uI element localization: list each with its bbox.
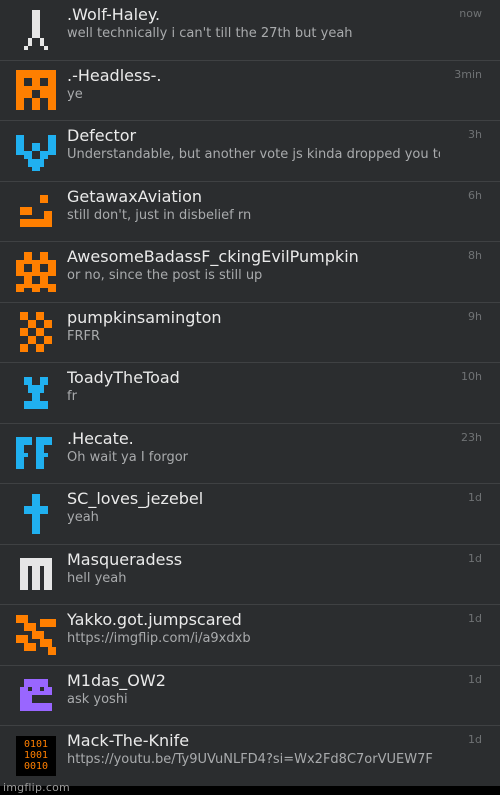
conversation-time: 9h [468, 309, 482, 323]
conversation-time: 23h [461, 430, 482, 444]
imgflip-watermark: imgflip.com [3, 781, 70, 794]
conversation-message: FRFR [67, 328, 101, 344]
conversation-time: 3h [468, 128, 482, 141]
conversation-row[interactable]: .Wolf-Haley. well technically i can't ti… [0, 0, 500, 61]
conversation-name: ToadyTheToad [67, 368, 180, 387]
wolf-avatar-icon [16, 9, 56, 50]
conversation-name: Defector [67, 126, 137, 145]
conversation-row[interactable]: SC_loves_jezebel yeah 1d [0, 484, 500, 545]
conversation-name: pumpkinsamington [67, 307, 222, 327]
conversation-message: Understandable, but another vote js kind… [67, 147, 440, 162]
conversation-message: hell yeah [67, 570, 127, 586]
conversation-message: fr [67, 389, 77, 404]
cross-avatar-icon [16, 493, 56, 534]
conversation-name: .Wolf-Haley. [67, 5, 161, 24]
conversation-time: 1d [468, 672, 482, 686]
conversation-row[interactable]: Yakko.got.jumpscared https://imgflip.com… [0, 605, 500, 666]
conversation-message: https://youtu.be/Ty9UVuNLFD4?si=Wx2Fd8C7… [67, 752, 433, 767]
conversation-name: Masqueradess [67, 549, 183, 569]
conversation-time: 8h [468, 249, 482, 262]
conversation-time: now [459, 7, 482, 20]
conversation-time: 6h [468, 188, 482, 202]
conversation-name: M1das_OW2 [67, 670, 166, 690]
yakko-avatar-icon [16, 614, 56, 655]
conversation-message: Oh wait ya I forgor [67, 449, 188, 465]
conversation-name: GetawaxAviation [67, 186, 203, 206]
conversation-time: 1d [468, 733, 482, 746]
conversation-time: 1d [468, 551, 482, 565]
footer-bar [0, 786, 500, 795]
conversation-message: ask yoshi [67, 691, 128, 707]
binary-avatar-icon: 0101 1001 0010 [16, 736, 56, 777]
conversation-time: 10h [461, 370, 482, 383]
conversation-row[interactable]: .-Headless-. ye 3min [0, 61, 500, 121]
conversation-message: well technically i can't till the 27th b… [67, 26, 353, 41]
conversation-name: AwesomeBadassF_ckingEvilPumpkin [67, 247, 359, 266]
toad-avatar-icon [16, 373, 56, 413]
conversation-name: Mack-The-Knife [67, 731, 190, 750]
conversation-name: .-Headless-. [67, 65, 162, 85]
defector-avatar-icon [16, 131, 56, 171]
conversation-time: 3min [454, 67, 482, 81]
conversation-message: or no, since the post is still up [67, 268, 263, 283]
svg-text:0010: 0010 [24, 761, 48, 772]
conversation-name: SC_loves_jezebel [67, 489, 204, 508]
conversation-row[interactable]: M1das_OW2 ask yoshi 1d [0, 666, 500, 726]
conversation-message: ye [67, 86, 83, 102]
conversation-message: https://imgflip.com/i/a9xdxb [67, 631, 251, 646]
svg-text:1001: 1001 [24, 750, 48, 761]
conversation-message: still don't, just in disbelief rn [67, 207, 252, 223]
midas-avatar-icon [16, 675, 56, 715]
svg-text:0101: 0101 [24, 739, 48, 750]
conversation-list: .Wolf-Haley. well technically i can't ti… [0, 0, 500, 786]
conversation-time: 1d [468, 612, 482, 625]
conversation-name: Yakko.got.jumpscared [67, 610, 242, 629]
hecate-avatar-icon [16, 433, 56, 473]
conversation-row[interactable]: AwesomeBadassF_ckingEvilPumpkin or no, s… [0, 242, 500, 303]
conversation-row[interactable]: Masqueradess hell yeah 1d [0, 545, 500, 605]
conversation-row[interactable]: Defector Understandable, but another vot… [0, 121, 500, 182]
conversation-row[interactable]: 0101 1001 0010 Mack-The-Knife https://yo… [0, 726, 500, 787]
conversation-row[interactable]: ToadyTheToad fr 10h [0, 363, 500, 424]
conversation-row[interactable]: .Hecate. Oh wait ya I forgor 23h [0, 424, 500, 484]
conversation-message: yeah [67, 510, 99, 525]
headless-avatar-icon [16, 70, 56, 111]
conversation-row[interactable]: pumpkinsamington FRFR 9h [0, 303, 500, 363]
getawax-avatar-icon [16, 191, 56, 231]
mask-avatar-icon [16, 554, 56, 594]
conversation-name: .Hecate. [67, 428, 134, 448]
pumpkin-avatar-icon [16, 251, 56, 292]
conversation-time: 1d [468, 491, 482, 504]
conversation-row[interactable]: GetawaxAviation still don't, just in dis… [0, 182, 500, 242]
checker-avatar-icon [16, 312, 56, 353]
